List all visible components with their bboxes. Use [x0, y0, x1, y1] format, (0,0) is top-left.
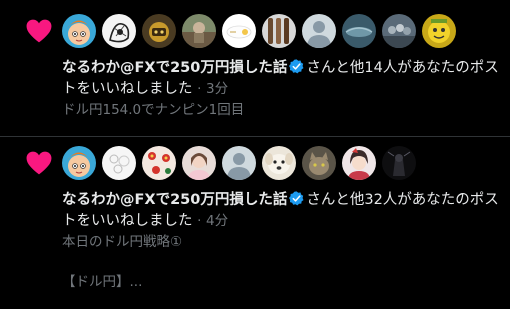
notification-summary: なるわか@FXで250万円損した話 さんと他14人があなたのポス — [62, 58, 504, 79]
summary-wrap-text: トをいいねしました — [62, 213, 193, 229]
like-notification[interactable]: なるわか@FXで250万円損した話 さんと他32人があなたのポス トをいいねしまし… — [0, 137, 510, 309]
summary-text: さんと他14人があなたのポス — [306, 60, 499, 76]
avatar[interactable] — [182, 14, 216, 48]
timestamp: 3分 — [206, 81, 229, 97]
verified-badge-icon — [289, 191, 304, 206]
separator-dot: · — [197, 81, 202, 97]
heart-icon — [26, 151, 52, 175]
avatar[interactable] — [62, 14, 96, 48]
avatar[interactable] — [102, 14, 136, 48]
verified-badge-icon — [289, 59, 304, 74]
avatar[interactable] — [262, 14, 296, 48]
post-preview-continued[interactable]: 【ドル円】... — [62, 272, 504, 292]
avatar[interactable] — [342, 14, 376, 48]
notification-text: なるわか@FXで250万円損した話 さんと他14人があなたのポス トをいいねしまし… — [62, 58, 504, 120]
summary-wrap-text: トをいいねしました — [62, 81, 193, 97]
avatar[interactable] — [302, 14, 336, 48]
avatar[interactable] — [262, 146, 296, 180]
notification-summary: なるわか@FXで250万円損した話 さんと他32人があなたのポス — [62, 190, 504, 211]
user-name-link[interactable]: なるわか@FXで250万円損した話 — [62, 60, 287, 76]
avatar[interactable] — [62, 146, 96, 180]
avatar[interactable] — [382, 14, 416, 48]
summary-text: さんと他32人があなたのポス — [306, 192, 499, 208]
avatar[interactable] — [182, 146, 216, 180]
notifications-feed: なるわか@FXで250万円損した話 さんと他14人があなたのポス トをいいねしまし… — [0, 0, 510, 309]
avatar[interactable] — [222, 14, 256, 48]
separator-dot: · — [197, 213, 202, 229]
post-preview[interactable]: ドル円154.0でナンピン1回目 — [62, 100, 504, 120]
like-notification[interactable]: なるわか@FXで250万円損した話 さんと他14人があなたのポス トをいいねしまし… — [0, 0, 510, 136]
avatar[interactable] — [302, 146, 336, 180]
avatar[interactable] — [422, 14, 456, 48]
summary-continuation: トをいいねしました · 3分 — [62, 79, 504, 100]
heart-icon — [26, 19, 52, 43]
avatar[interactable] — [102, 146, 136, 180]
avatar[interactable] — [142, 146, 176, 180]
avatar[interactable] — [342, 146, 376, 180]
avatar-row — [62, 146, 416, 180]
timestamp: 4分 — [206, 213, 229, 229]
user-name-link[interactable]: なるわか@FXで250万円損した話 — [62, 192, 287, 208]
post-preview[interactable]: 本日のドル円戦略① — [62, 232, 504, 252]
avatar-row — [62, 14, 456, 48]
avatar[interactable] — [142, 14, 176, 48]
avatar[interactable] — [222, 146, 256, 180]
notification-text: なるわか@FXで250万円損した話 さんと他32人があなたのポス トをいいねしまし… — [62, 190, 504, 292]
summary-continuation: トをいいねしました · 4分 — [62, 211, 504, 232]
avatar[interactable] — [382, 146, 416, 180]
